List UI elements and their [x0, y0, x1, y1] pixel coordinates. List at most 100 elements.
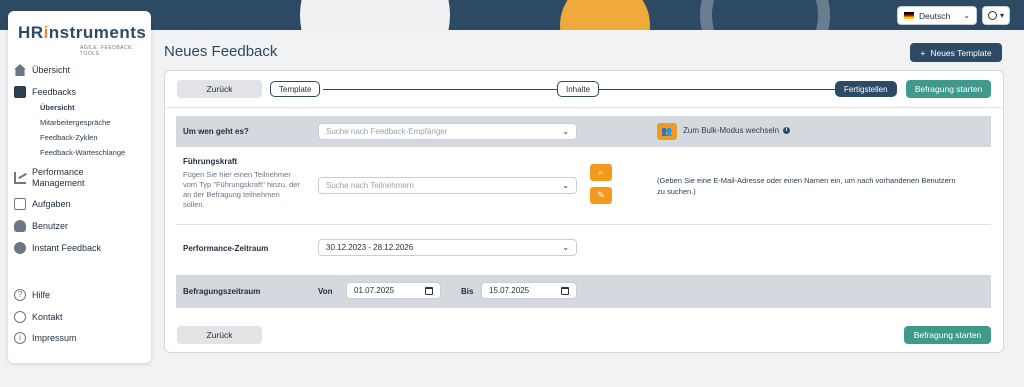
decorative-shape: [300, 0, 450, 30]
sidebar-item-contact[interactable]: Kontakt: [14, 311, 63, 323]
description-line: sollen.: [183, 200, 205, 209]
language-select[interactable]: Deutsch ⌄: [897, 6, 977, 25]
help-icon: ?: [14, 289, 26, 301]
wizard-step-content[interactable]: Inhalte: [557, 81, 600, 97]
wizard-step-template[interactable]: Template: [270, 81, 321, 97]
label-line: Management: [32, 178, 85, 188]
recipient-row: [176, 116, 991, 147]
decorative-shape: [560, 0, 650, 30]
survey-period-label: Befragungszeitraum: [183, 287, 261, 296]
start-survey-button[interactable]: Befragung starten: [906, 80, 991, 98]
leader-description: Fügen Sie hier einen Teilnehmer vom Typ …: [183, 170, 300, 210]
feedback-form-card: [164, 70, 1004, 353]
calendar-icon: [561, 286, 569, 295]
info-icon: i: [783, 127, 791, 134]
top-header-band: [0, 0, 1024, 30]
sidebar-item-tasks[interactable]: Aufgaben: [14, 198, 71, 210]
recipient-label: Um wen geht es?: [183, 127, 249, 136]
from-date-input[interactable]: 01.07.2025: [346, 282, 441, 299]
plus-icon: +: [920, 47, 926, 58]
search-participant-button[interactable]: ⌕: [590, 164, 612, 181]
sidebar-item-label: Instant Feedback: [32, 243, 102, 253]
participant-placeholder: Suche nach Teilnehmern: [326, 181, 414, 190]
survey-period-row: [176, 275, 991, 308]
sidebar-item-label: Feedbacks: [32, 87, 77, 97]
chart-icon: [14, 172, 26, 184]
chevron-down-icon: ⌄: [562, 127, 569, 136]
chat-bubble-icon: [14, 311, 26, 323]
logo-tagline: AGILE. FEEDBACK. TOOLS.: [80, 45, 134, 57]
sidebar-item-label: Kontakt: [32, 312, 63, 322]
sidebar-item-label: Impressum: [32, 333, 77, 343]
from-date-value: 01.07.2025: [354, 286, 395, 295]
sidebar-item-users[interactable]: Benutzer: [14, 220, 68, 232]
page-title: Neues Feedback: [164, 43, 278, 60]
sidebar-item-label: Aufgaben: [32, 199, 71, 209]
users-icon: 👥: [661, 126, 673, 136]
chat-icon: [14, 242, 26, 254]
sidebar-item-performance[interactable]: Performance Management: [14, 167, 85, 189]
decorative-shape: [700, 0, 830, 30]
home-icon: [14, 64, 26, 76]
user-circle-icon: [987, 11, 997, 20]
calendar-icon: [425, 286, 433, 295]
clipboard-icon: [14, 86, 26, 98]
sidebar-item-overview[interactable]: Übersicht: [14, 64, 70, 76]
user-icon: [14, 220, 26, 232]
chevron-down-icon: ⌄: [562, 243, 569, 252]
chevron-down-icon: ▾: [999, 11, 1004, 20]
label-line: Performance: [32, 167, 84, 177]
edit-participant-button[interactable]: ✎: [590, 187, 612, 204]
sidebar-subitem-employee-talks[interactable]: Mitarbeitergespräche: [40, 118, 110, 127]
chevron-down-icon: ⌄: [562, 181, 569, 190]
tasks-icon: [14, 198, 26, 210]
footer-start-survey-button[interactable]: Befragung starten: [904, 326, 991, 344]
search-icon: ⌕: [598, 167, 604, 177]
bulk-mode-button[interactable]: 👥: [657, 123, 677, 140]
recipient-placeholder: Suche nach Feedback-Empfänger: [326, 127, 448, 136]
description-line: Fügen Sie hier einen Teilnehmer: [183, 170, 291, 179]
new-template-label: Neues Template: [930, 47, 992, 58]
sidebar-subitem-overview[interactable]: Übersicht: [40, 103, 75, 112]
performance-period-label: Performance-Zeitraum: [183, 244, 269, 253]
participant-hint: (Geben Sie eine E-Mail-Adresse oder eine…: [657, 175, 987, 197]
to-label: Bis: [461, 287, 474, 296]
description-line: an der Befragung teilnehmen: [183, 190, 280, 199]
user-menu-button[interactable]: ▾: [982, 6, 1010, 25]
from-label: Von: [318, 287, 333, 296]
to-date-input[interactable]: 15.07.2025: [481, 282, 577, 299]
bulk-mode-label: Zum Bulk-Modus wechseln: [683, 126, 780, 135]
sidebar-item-feedbacks[interactable]: Feedbacks: [14, 86, 76, 98]
sidebar-subitem-feedback-queue[interactable]: Feedback-Warteschlange: [40, 148, 125, 157]
bulk-mode-link[interactable]: Zum Bulk-Modus wechseln i: [683, 126, 791, 135]
leader-label: Führungskraft: [183, 157, 238, 166]
german-flag-icon: [904, 12, 914, 19]
language-label: Deutsch: [919, 10, 951, 21]
back-button[interactable]: Zurück: [177, 80, 262, 98]
info-icon: i: [14, 332, 26, 344]
hint-line: zu suchen.): [657, 187, 696, 196]
sidebar-subitem-feedback-cycles[interactable]: Feedback-Zyklen: [40, 133, 98, 142]
wizard-step-finish[interactable]: Fertigstellen: [835, 81, 897, 97]
recipient-search-select[interactable]: Suche nach Feedback-Empfänger ⌄: [318, 123, 577, 140]
chevron-down-icon: ⌄: [963, 11, 970, 20]
sidebar-item-label: Benutzer: [32, 221, 69, 231]
description-line: vom Typ "Führungskraft" hinzu, der: [183, 180, 300, 189]
sidebar-item-imprint[interactable]: i Impressum: [14, 332, 77, 344]
pencil-icon: ✎: [597, 190, 605, 200]
sidebar-item-label: Hilfe: [32, 290, 51, 300]
participant-search-select[interactable]: Suche nach Teilnehmern ⌄: [318, 177, 577, 194]
to-date-value: 15.07.2025: [489, 286, 530, 295]
new-template-button[interactable]: + Neues Template: [910, 43, 1002, 62]
logo[interactable]: HRinstruments: [18, 23, 146, 43]
performance-period-select[interactable]: 30.12.2023 - 28.12.2026 ⌄: [318, 239, 577, 256]
sidebar-item-help[interactable]: ? Hilfe: [14, 289, 50, 301]
divider: [165, 107, 1003, 108]
footer-back-button[interactable]: Zurück: [177, 326, 262, 344]
performance-period-value: 30.12.2023 - 28.12.2026: [326, 243, 414, 252]
sidebar-item-instant-feedback[interactable]: Instant Feedback: [14, 242, 101, 254]
hint-line: (Geben Sie eine E-Mail-Adresse oder eine…: [657, 176, 956, 185]
sidebar-item-label: Performance Management: [32, 167, 85, 189]
sidebar-item-label: Übersicht: [32, 65, 71, 75]
divider: [176, 224, 991, 225]
